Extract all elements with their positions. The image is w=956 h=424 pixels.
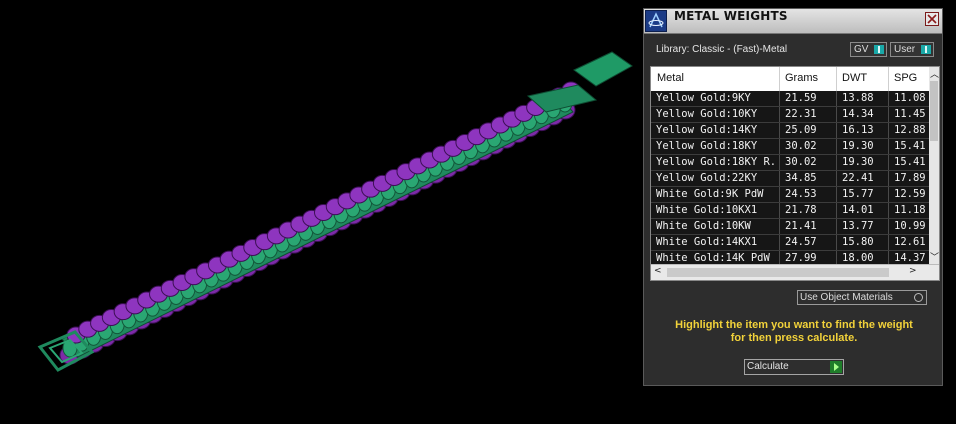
- user-toggle[interactable]: User: [890, 42, 934, 57]
- toggle-on-icon: [921, 45, 931, 54]
- calculate-label: Calculate: [747, 361, 789, 372]
- column-header-spg[interactable]: SPG: [894, 72, 917, 84]
- dwt-cell: 13.88: [842, 92, 874, 104]
- play-icon[interactable]: [830, 361, 842, 373]
- table-row[interactable]: White Gold:10KX1 21.78 14.01 11.18: [651, 203, 931, 219]
- grams-cell: 25.09: [785, 124, 817, 136]
- vertical-scroll-thumb[interactable]: [930, 81, 938, 141]
- toggle-on-icon: [874, 45, 884, 54]
- metal-cell: White Gold:10KX1: [656, 204, 758, 216]
- spg-cell: 12.88: [894, 124, 926, 136]
- spg-cell: 12.61: [894, 236, 926, 248]
- column-header-dwt[interactable]: DWT: [842, 72, 867, 84]
- instruction-text: Highlight the item you want to find the …: [644, 319, 944, 345]
- dwt-cell: 15.77: [842, 188, 874, 200]
- dwt-cell: 22.41: [842, 172, 874, 184]
- grams-cell: 21.59: [785, 92, 817, 104]
- spg-cell: 12.59: [894, 188, 926, 200]
- grams-cell: 30.02: [785, 140, 817, 152]
- column-header-grams[interactable]: Grams: [785, 72, 818, 84]
- column-header-metal[interactable]: Metal: [657, 72, 684, 84]
- spg-cell: 11.08: [894, 92, 926, 104]
- table-row[interactable]: Yellow Gold:10KY 22.31 14.34 11.45: [651, 107, 931, 123]
- scroll-down-icon[interactable]: ﹀: [930, 250, 939, 263]
- vertical-scrollbar[interactable]: ︿ ﹀: [929, 67, 939, 265]
- instruction-line-2: for then press calculate.: [730, 332, 858, 344]
- grams-cell: 34.85: [785, 172, 817, 184]
- metal-cell: White Gold:9K PdW: [656, 188, 764, 200]
- metal-cell: Yellow Gold:18KY: [656, 140, 758, 152]
- use-object-materials-option[interactable]: Use Object Materials: [797, 290, 927, 305]
- dwt-cell: 15.80: [842, 236, 874, 248]
- metal-cell: White Gold:14KX1: [656, 236, 758, 248]
- spg-cell: 11.18: [894, 204, 926, 216]
- grams-cell: 24.53: [785, 188, 817, 200]
- dwt-cell: 14.34: [842, 108, 874, 120]
- panel-titlebar[interactable]: METAL WEIGHTS: [644, 9, 942, 34]
- table-row[interactable]: Yellow Gold:14KY 25.09 16.13 12.88: [651, 123, 931, 139]
- table-row[interactable]: Yellow Gold:22KY 34.85 22.41 17.89: [651, 171, 931, 187]
- 3d-viewport[interactable]: [0, 0, 643, 424]
- grams-cell: 30.02: [785, 156, 817, 168]
- scroll-up-icon[interactable]: ︿: [930, 67, 939, 80]
- grams-cell: 21.41: [785, 220, 817, 232]
- table-row[interactable]: Yellow Gold:9KY 21.59 13.88 11.08: [651, 91, 931, 107]
- metal-weights-panel: METAL WEIGHTS Library: Classic - (Fast)-…: [643, 8, 943, 386]
- table-row[interactable]: Yellow Gold:18KY R... 30.02 19.30 15.41: [651, 155, 931, 171]
- metal-cell: White Gold:14K PdW: [656, 252, 770, 264]
- spg-cell: 17.89: [894, 172, 926, 184]
- table-row[interactable]: Yellow Gold:18KY 30.02 19.30 15.41: [651, 139, 931, 155]
- table-row[interactable]: White Gold:10KW 21.41 13.77 10.99: [651, 219, 931, 235]
- metal-cell: Yellow Gold:18KY R...: [656, 156, 776, 168]
- spg-cell: 14.37: [894, 252, 926, 264]
- grams-cell: 21.78: [785, 204, 817, 216]
- table-header: Metal Grams DWT SPG: [651, 67, 931, 92]
- grams-cell: 22.31: [785, 108, 817, 120]
- gv-toggle[interactable]: GV: [850, 42, 887, 57]
- horizontal-scrollbar[interactable]: < >: [651, 264, 939, 280]
- horizontal-scroll-thumb[interactable]: [667, 268, 889, 277]
- metals-table[interactable]: Metal Grams DWT SPG Yellow Gold:9KY 21.5…: [650, 66, 940, 281]
- user-toggle-label: User: [894, 44, 916, 55]
- gv-toggle-label: GV: [854, 44, 869, 55]
- table-row[interactable]: White Gold:9K PdW 24.53 15.77 12.59: [651, 187, 931, 203]
- spg-cell: 11.45: [894, 108, 926, 120]
- metal-cell: Yellow Gold:9KY: [656, 92, 751, 104]
- clasp-cap: [573, 51, 633, 87]
- table-body: Yellow Gold:9KY 21.59 13.88 11.08 Yellow…: [651, 91, 931, 265]
- dwt-cell: 16.13: [842, 124, 874, 136]
- calculate-button[interactable]: Calculate: [744, 359, 844, 375]
- spg-cell: 15.41: [894, 156, 926, 168]
- spg-cell: 15.41: [894, 140, 926, 152]
- dwt-cell: 19.30: [842, 140, 874, 152]
- spg-cell: 10.99: [894, 220, 926, 232]
- table-row[interactable]: White Gold:14K PdW 27.99 18.00 14.37: [651, 251, 931, 265]
- app-logo-icon: [645, 10, 667, 32]
- dwt-cell: 18.00: [842, 252, 874, 264]
- instruction-line-1: Highlight the item you want to find the …: [675, 319, 913, 331]
- metal-cell: Yellow Gold:22KY: [656, 172, 758, 184]
- use-object-materials-label: Use Object Materials: [800, 292, 893, 303]
- panel-title: METAL WEIGHTS: [674, 9, 788, 23]
- metal-cell: Yellow Gold:14KY: [656, 124, 758, 136]
- dwt-cell: 13.77: [842, 220, 874, 232]
- library-label: Library: Classic - (Fast)-Metal: [656, 44, 788, 55]
- grams-cell: 27.99: [785, 252, 817, 264]
- table-row[interactable]: White Gold:14KX1 24.57 15.80 12.61: [651, 235, 931, 251]
- metal-cell: White Gold:10KW: [656, 220, 751, 232]
- dwt-cell: 19.30: [842, 156, 874, 168]
- scroll-left-icon[interactable]: <: [654, 266, 662, 276]
- scroll-right-icon[interactable]: >: [909, 266, 917, 276]
- metal-cell: Yellow Gold:10KY: [656, 108, 758, 120]
- grams-cell: 24.57: [785, 236, 817, 248]
- close-icon: [927, 14, 937, 24]
- bracelet-model[interactable]: [0, 0, 643, 424]
- close-button[interactable]: [925, 12, 939, 26]
- radio-icon[interactable]: [914, 293, 923, 302]
- dwt-cell: 14.01: [842, 204, 874, 216]
